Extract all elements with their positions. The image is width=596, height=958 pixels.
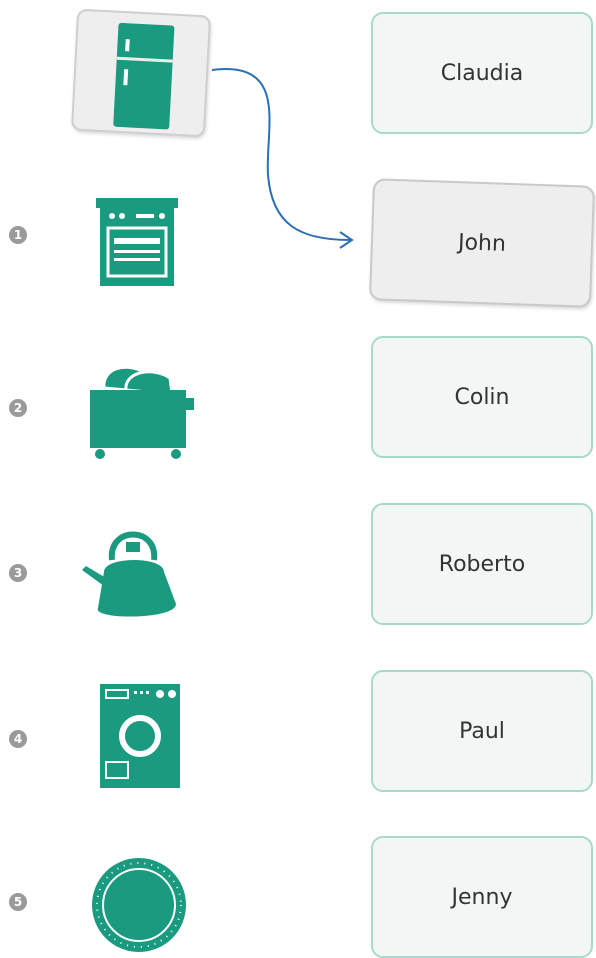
item-number-3: 3: [9, 564, 27, 582]
item-1[interactable]: [94, 196, 180, 292]
name-card-colin[interactable]: Colin: [371, 336, 593, 458]
item-3[interactable]: [78, 516, 186, 628]
plate-icon: [92, 858, 186, 952]
name-card-roberto[interactable]: Roberto: [371, 503, 593, 625]
item-number-2: 2: [9, 399, 27, 417]
name-card-john[interactable]: John: [368, 178, 596, 308]
oven-icon: [96, 198, 178, 286]
item-number-1: 1: [9, 226, 27, 244]
washing-machine-icon: [100, 684, 180, 788]
item-4[interactable]: [100, 684, 182, 792]
example-arrow: [211, 68, 354, 249]
name-card-jenny[interactable]: Jenny: [371, 836, 593, 958]
name-card-claudia[interactable]: Claudia: [371, 12, 593, 134]
kettle-icon: [82, 531, 176, 617]
toaster-icon: [90, 365, 194, 459]
item-5[interactable]: [90, 856, 188, 958]
item-2[interactable]: [86, 358, 196, 466]
item-number-4: 4: [9, 730, 27, 748]
item-number-5: 5: [9, 893, 27, 911]
matching-exercise: 1 2 3 4 5 Claudia John Colin Roberto Pau…: [0, 0, 596, 958]
name-card-paul[interactable]: Paul: [371, 670, 593, 792]
